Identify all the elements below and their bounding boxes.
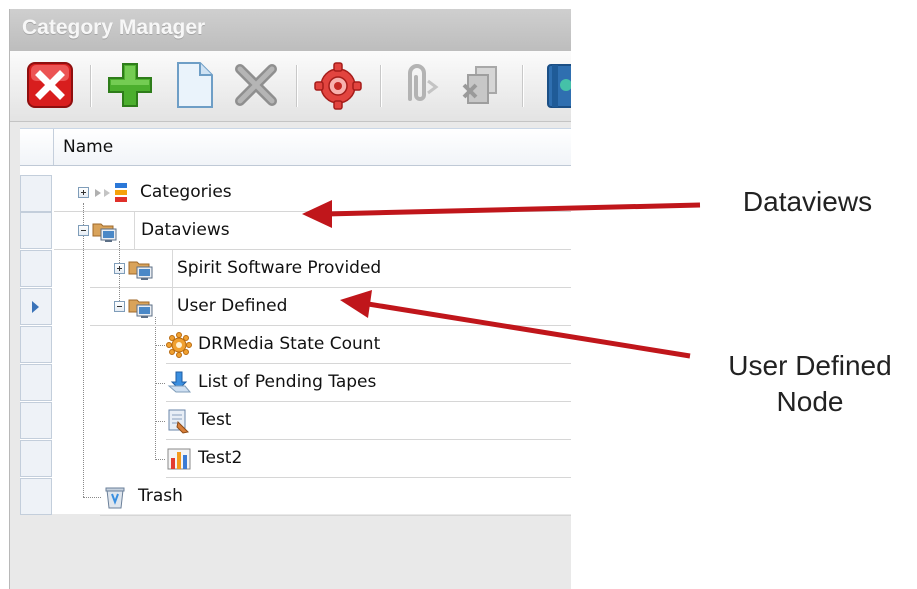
- annotation-dataviews: Dataviews: [742, 186, 873, 217]
- dataviews-arrowhead: [302, 200, 332, 228]
- annotation-user-defined-line1: User Defined: [728, 350, 892, 381]
- annotation-user-defined-line2: Node: [776, 386, 844, 417]
- user-defined-arrowhead: [340, 290, 372, 318]
- dataviews-arrow: [325, 202, 701, 217]
- user-defined-arrow: [361, 300, 691, 359]
- annotation-arrows: [302, 200, 701, 359]
